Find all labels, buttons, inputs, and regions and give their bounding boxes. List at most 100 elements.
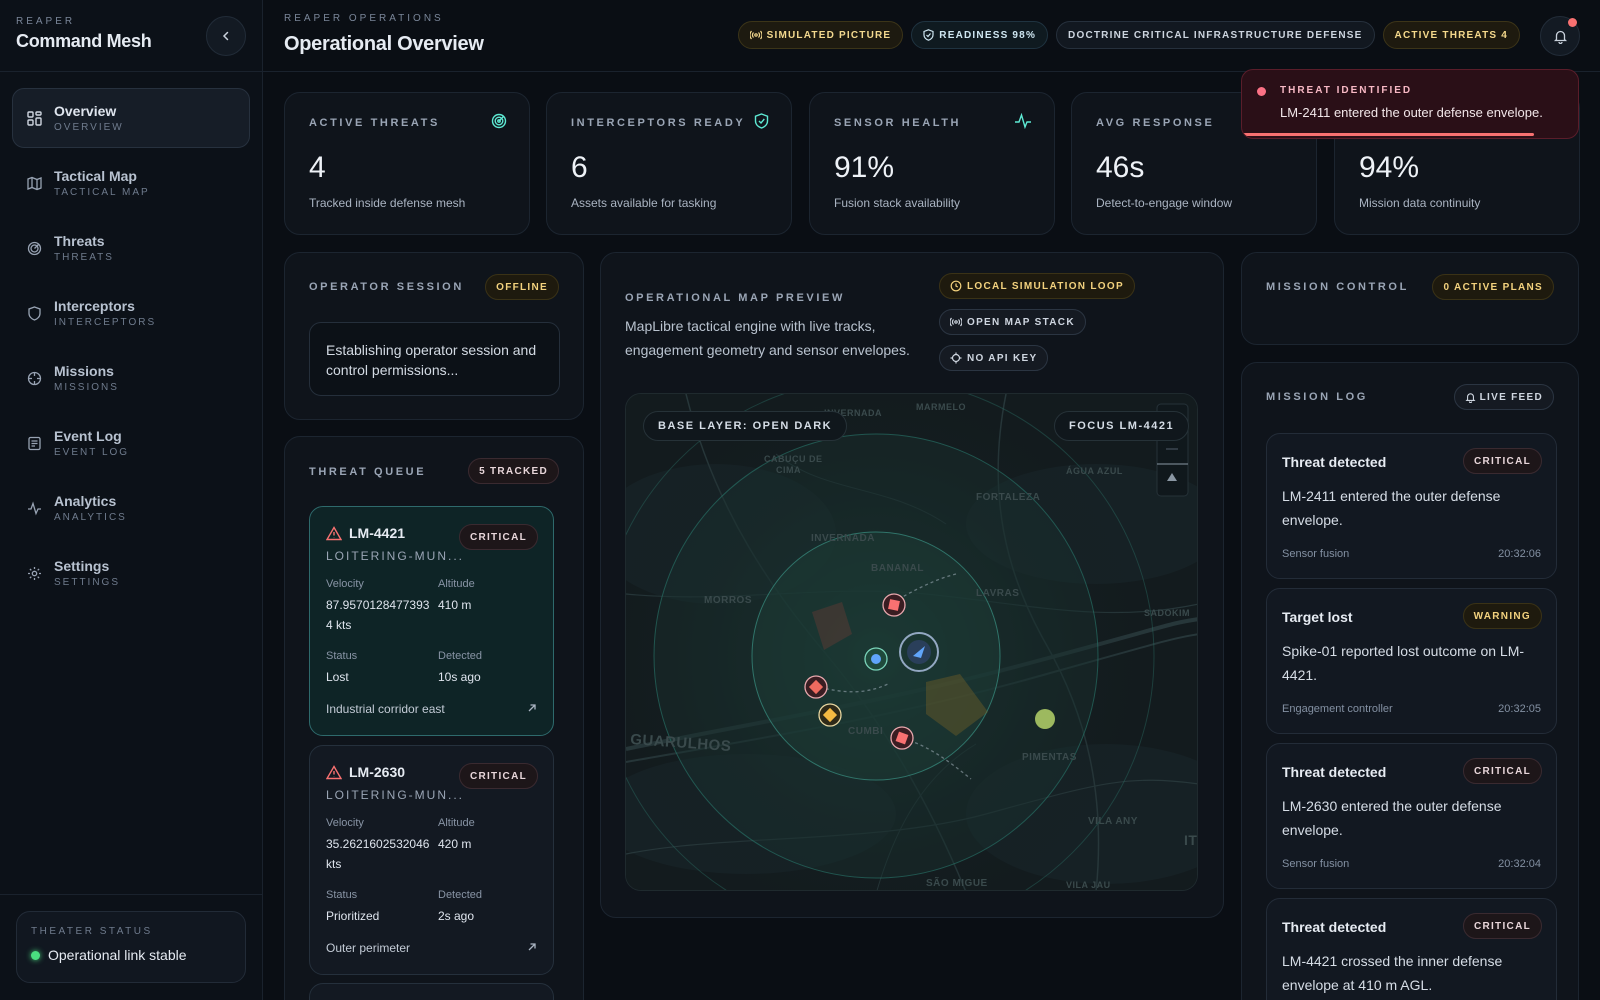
- pill-label: SIMULATED PICTURE: [766, 29, 892, 41]
- stat-label: ACTIVE THREATS: [309, 117, 440, 129]
- threat-marker[interactable]: [818, 703, 842, 727]
- log-entry-body: Spike-01 reported lost outcome on LM-442…: [1282, 643, 1525, 683]
- top-header: REAPER OPERATIONS Operational Overview S…: [263, 0, 1600, 72]
- open-map-stack-badge[interactable]: OPEN MAP STACK: [939, 309, 1086, 335]
- warning-triangle-icon: [326, 525, 342, 540]
- severity-badge: CRITICAL: [1462, 758, 1542, 784]
- threat-marker[interactable]: [890, 726, 914, 750]
- threat-toast[interactable]: THREAT IDENTIFIED LM-2411 entered the ou…: [1241, 69, 1579, 139]
- live-feed-badge[interactable]: LIVE FEED: [1453, 384, 1554, 410]
- interceptor-marker[interactable]: [864, 647, 888, 671]
- simulated-picture-pill[interactable]: SIMULATED PICTURE: [737, 21, 904, 49]
- readiness-pill[interactable]: READINESS 98%: [911, 21, 1049, 49]
- place-label: ÁGUA AZUL: [1066, 466, 1123, 476]
- theater-status-card: THEATER STATUS Operational link stable: [16, 911, 246, 983]
- chevron-left-icon: [222, 31, 229, 41]
- threat-card-partial[interactable]: [309, 983, 554, 1000]
- stat-description: Mission data continuity: [1359, 196, 1481, 210]
- shield-check-icon: [923, 29, 934, 41]
- notifications-button[interactable]: [1540, 16, 1580, 56]
- severity-badge: WARNING: [1462, 603, 1542, 629]
- place-label: CIMA: [776, 465, 801, 475]
- detected-value: 2s ago: [438, 909, 475, 923]
- log-entry-time: 20:32:05: [1498, 703, 1541, 715]
- log-entry[interactable]: Threat detected CRITICAL LM-2630 entered…: [1266, 743, 1557, 889]
- threat-id: LM-4421: [349, 525, 406, 541]
- header-kicker: REAPER OPERATIONS: [284, 13, 444, 24]
- section-title: MISSION CONTROL: [1266, 281, 1409, 293]
- tactical-map[interactable]: INVERNADA MARMELO CABUÇU DE CIMA ÁGUA AZ…: [625, 393, 1198, 891]
- log-entry-source: Sensor fusion: [1282, 858, 1350, 870]
- threat-card-lm-4421[interactable]: LM-4421 CRITICAL LOITERING-MUN... Veloci…: [309, 506, 554, 736]
- threat-queue-card: THREAT QUEUE 5 TRACKED LM-4421 CRITICAL …: [284, 436, 584, 1000]
- log-entry-body: LM-2630 entered the outer defense envelo…: [1282, 798, 1502, 838]
- radar-icon: [26, 240, 42, 256]
- threat-card-lm-2630[interactable]: LM-2630 CRITICAL LOITERING-MUN... Veloci…: [309, 745, 554, 975]
- log-entry[interactable]: Threat detected CRITICAL LM-4421 crossed…: [1266, 898, 1557, 1000]
- threat-header: LM-4421: [326, 525, 405, 541]
- focus-track-chip[interactable]: FOCUS LM-4421: [1054, 411, 1190, 441]
- badge-label: LOCAL SIMULATION LOOP: [967, 280, 1124, 292]
- map-canvas[interactable]: INVERNADA MARMELO CABUÇU DE CIMA ÁGUA AZ…: [626, 394, 1198, 891]
- sidebar-item-overview[interactable]: Overview OVERVIEW: [12, 88, 250, 148]
- stat-card-sensor-health: SENSOR HEALTH 91% Fusion stack availabil…: [809, 92, 1055, 235]
- sidebar-item-interceptors[interactable]: Interceptors INTERCEPTORS: [12, 283, 250, 343]
- toast-message: LM-2411 entered the outer defense envelo…: [1280, 105, 1543, 120]
- header-status-pills: SIMULATED PICTURE READINESS 98% DOCTRINE…: [737, 21, 1520, 49]
- velocity-label: Velocity: [326, 578, 364, 590]
- place-label: SADOKIM: [1144, 608, 1190, 618]
- warning-triangle-icon: [326, 764, 342, 779]
- sidebar: REAPER Command Mesh Overview OVERVIEW Tac…: [0, 0, 263, 1000]
- sidebar-item-event-log[interactable]: Event Log EVENT LOG: [12, 413, 250, 473]
- theater-status-kicker: THEATER STATUS: [31, 926, 153, 937]
- doctrine-pill[interactable]: DOCTRINE CRITICAL INFRASTRUCTURE DEFENSE: [1056, 21, 1375, 49]
- open-external-icon[interactable]: [527, 703, 537, 713]
- collapse-sidebar-button[interactable]: [206, 16, 246, 56]
- sidebar-item-label: Analytics: [54, 493, 117, 509]
- theater-status-text: Operational link stable: [48, 947, 187, 963]
- stat-value: 91%: [834, 151, 895, 184]
- place-label: MARMELO: [916, 402, 966, 412]
- log-entry[interactable]: Threat detected CRITICAL LM-2411 entered…: [1266, 433, 1557, 579]
- velocity-label: Velocity: [326, 817, 364, 829]
- sidebar-item-analytics[interactable]: Analytics ANALYTICS: [12, 478, 250, 538]
- place-label: VILA JAU: [1066, 880, 1111, 890]
- local-simulation-badge[interactable]: LOCAL SIMULATION LOOP: [939, 273, 1135, 299]
- broadcast-icon: [749, 30, 762, 40]
- toast-kicker: THREAT IDENTIFIED: [1280, 85, 1413, 96]
- stat-value: 6: [571, 151, 588, 184]
- stat-card-interceptors-ready: INTERCEPTORS READY 6 Assets available fo…: [546, 92, 792, 235]
- place-label: BANANAL: [871, 563, 924, 574]
- sidebar-item-threats[interactable]: Threats THREATS: [12, 218, 250, 278]
- log-entry[interactable]: Target lost WARNING Spike-01 reported lo…: [1266, 588, 1557, 734]
- log-icon: [26, 435, 42, 451]
- place-label: MORROS: [704, 595, 752, 606]
- sidebar-item-tactical-map[interactable]: Tactical Map TACTICAL MAP: [12, 153, 250, 213]
- pill-label: READINESS 98%: [939, 29, 1037, 41]
- status-label: Status: [326, 650, 358, 662]
- sensor-node-marker[interactable]: [1035, 709, 1055, 729]
- stat-value: 46s: [1096, 151, 1145, 184]
- no-api-key-badge[interactable]: NO API KEY: [939, 345, 1049, 371]
- pill-label: ACTIVE THREATS 4: [1394, 29, 1508, 41]
- sidebar-item-missions[interactable]: Missions MISSIONS: [12, 348, 250, 408]
- sidebar-item-settings[interactable]: Settings SETTINGS: [12, 543, 250, 603]
- open-external-icon[interactable]: [527, 942, 537, 952]
- threat-location: Industrial corridor east: [326, 702, 445, 716]
- active-threats-pill[interactable]: ACTIVE THREATS 4: [1382, 21, 1520, 49]
- grid-icon: [26, 110, 42, 126]
- status-value: Lost: [326, 670, 349, 684]
- section-title: THREAT QUEUE: [309, 466, 427, 478]
- sidebar-item-label: Tactical Map: [54, 168, 137, 184]
- threat-marker[interactable]: [804, 675, 828, 699]
- sidebar-item-sublabel: ANALYTICS: [54, 512, 127, 523]
- detected-label: Detected: [438, 650, 483, 662]
- threat-marker[interactable]: [882, 593, 906, 617]
- sidebar-item-sublabel: MISSIONS: [54, 382, 119, 393]
- altitude-label: Altitude: [438, 578, 475, 590]
- severity-badge: CRITICAL: [458, 763, 538, 789]
- status-dot-icon: [31, 950, 40, 960]
- sidebar-nav: Overview OVERVIEW Tactical Map TACTICAL MA…: [0, 72, 262, 624]
- mission-control-card: MISSION CONTROL 0 ACTIVE PLANS: [1241, 252, 1579, 345]
- base-layer-chip[interactable]: BASE LAYER: OPEN DARK: [643, 411, 848, 441]
